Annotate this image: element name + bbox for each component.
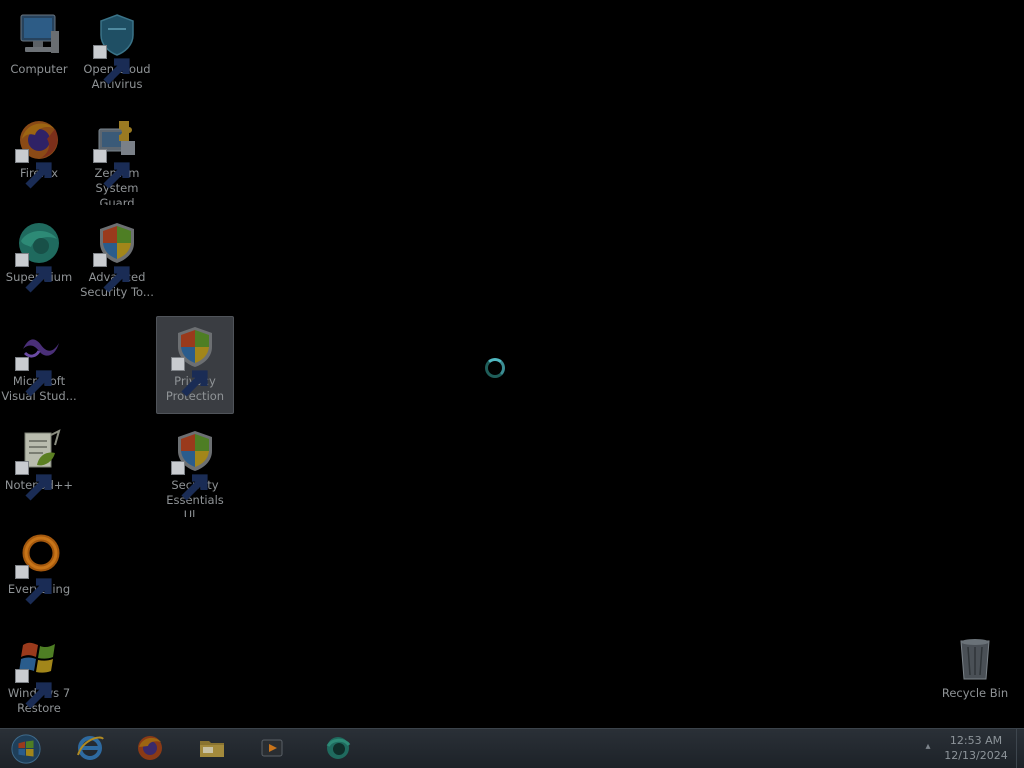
supermium-icon: [15, 219, 63, 293]
windows-start-orb-icon: [11, 734, 41, 764]
desktop-icon-everything[interactable]: Everything: [0, 524, 78, 622]
desktop-icon-advanced-security-tools[interactable]: Advanced Security To...: [78, 212, 156, 310]
taskbar-firefox[interactable]: [124, 731, 176, 765]
shortcut-arrow-icon: [15, 357, 52, 397]
notepadpp-icon: [15, 427, 63, 501]
start-button[interactable]: [8, 732, 44, 766]
clock-date: 12/13/2024: [944, 749, 1008, 762]
shortcut-arrow-icon: [15, 253, 52, 293]
internet-explorer-icon: [77, 736, 104, 760]
computer-puzzle-icon: [93, 115, 141, 189]
desktop-icon-recycle-bin[interactable]: Recycle Bin: [936, 628, 1014, 726]
taskbar-file-explorer[interactable]: [186, 731, 238, 765]
windows-logo-icon: [15, 635, 63, 709]
shortcut-arrow-icon: [171, 461, 208, 501]
taskbar-internet-explorer[interactable]: [64, 731, 116, 765]
desktop-icon-firefox[interactable]: Firefox: [0, 108, 78, 206]
windows-shield-icon: [93, 219, 141, 293]
desktop-icon-supermium[interactable]: Supermium: [0, 212, 78, 310]
firefox-icon: [138, 736, 162, 760]
shortcut-arrow-icon: [93, 45, 130, 85]
desktop-icon-notepadpp[interactable]: Notepad++: [0, 420, 78, 518]
desktop-icon-windows7-restore[interactable]: Windows 7 Restore: [0, 628, 78, 726]
shortcut-arrow-icon: [93, 253, 130, 293]
folder-icon: [200, 741, 224, 757]
media-player-icon: [261, 739, 283, 757]
show-desktop-button[interactable]: [1016, 729, 1024, 768]
taskbar-clock[interactable]: 12:53 AM 12/13/2024: [938, 733, 1014, 763]
desktop-icon-zentom-system-guard[interactable]: Zentom System Guard: [78, 108, 156, 206]
supermium-icon: [326, 737, 351, 759]
desktop-icon-label: Computer: [10, 62, 68, 76]
desktop-icon-computer[interactable]: Computer: [0, 4, 78, 102]
visual-studio-icon: [15, 323, 63, 397]
shortcut-arrow-icon: [93, 149, 130, 189]
show-hidden-icons-button[interactable]: ▴: [922, 741, 934, 753]
firefox-icon: [15, 115, 63, 189]
desktop-icon-privacy-protection[interactable]: Privacy Protection: [156, 316, 234, 414]
shortcut-arrow-icon: [15, 149, 52, 189]
windows-shield-icon: [171, 427, 219, 501]
desktop-icon-visual-studio[interactable]: Microsoft Visual Stud...: [0, 316, 78, 414]
windows-shield-icon: [171, 323, 219, 397]
desktop[interactable]: Computer Firefox Supermium Microsoft Vis…: [0, 0, 1024, 728]
desktop-icon-label: Recycle Bin: [941, 686, 1009, 700]
taskbar: ▴ 12:53 AM 12/13/2024: [0, 728, 1024, 768]
shortcut-arrow-icon: [171, 357, 208, 397]
loading-spinner-icon: [485, 358, 505, 378]
shield-icon: [93, 11, 141, 85]
taskbar-media-player[interactable]: [246, 731, 298, 765]
shortcut-arrow-icon: [15, 565, 52, 605]
shortcut-arrow-icon: [15, 669, 52, 709]
clock-time: 12:53 AM: [949, 734, 1003, 747]
taskbar-supermium[interactable]: [312, 731, 364, 765]
desktop-icon-security-essentials-ui[interactable]: Security Essentials Ul...: [156, 420, 234, 518]
computer-icon: [15, 11, 63, 59]
desktop-icon-open-cloud-antivirus[interactable]: Open Cloud Antivirus: [78, 4, 156, 102]
everything-icon: [15, 531, 63, 605]
recycle-bin-icon: [951, 635, 999, 683]
shortcut-arrow-icon: [15, 461, 52, 501]
